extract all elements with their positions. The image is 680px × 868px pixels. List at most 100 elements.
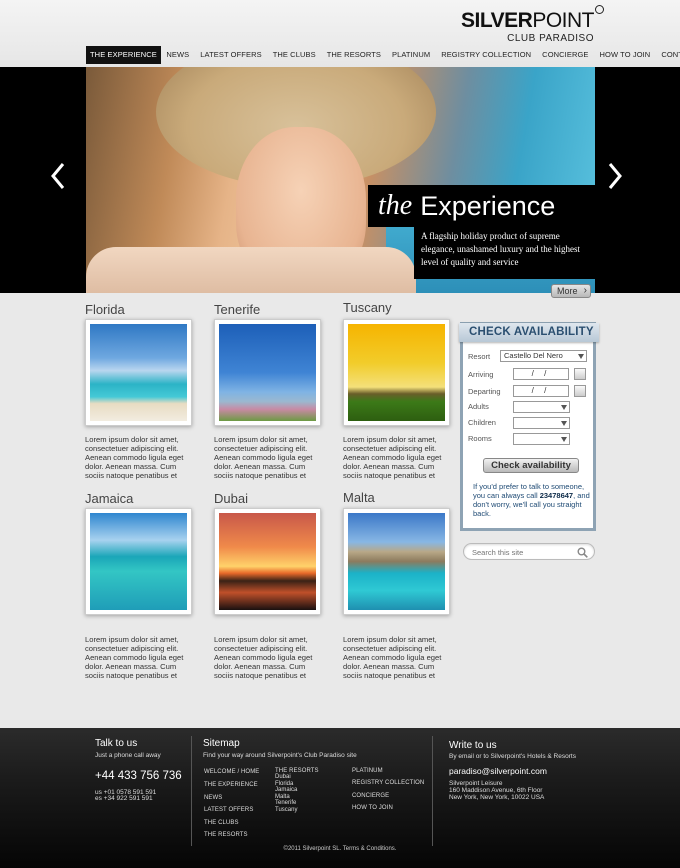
logo-bold: SILVER	[461, 9, 533, 32]
destination-card[interactable]: Malta Lorem ipsum dolor sit amet, consec…	[343, 489, 453, 680]
hero-title-italic: the	[378, 190, 413, 221]
destination-text: Lorem ipsum dolor sit amet, consectetuer…	[214, 435, 313, 480]
children-select[interactable]	[513, 417, 570, 429]
destination-card[interactable]: Jamaica Lorem ipsum dolor sit amet, cons…	[85, 490, 195, 680]
footer-phone-es: es +34 922 591 591	[95, 795, 153, 802]
footer-link-latest-offers[interactable]: LATEST OFFERS	[204, 807, 253, 813]
children-label: Children	[468, 418, 496, 427]
destination-photo	[219, 513, 316, 610]
footer-copyright[interactable]: ©2011 Silverpoint SL. Terms & Conditions…	[0, 846, 680, 852]
nav-the-resorts[interactable]: THE RESORTS	[321, 46, 386, 64]
nav-concierge[interactable]: CONCIERGE	[537, 46, 594, 64]
destination-photo	[90, 324, 187, 421]
destination-photo-frame[interactable]	[85, 319, 192, 426]
slider-next-icon[interactable]	[605, 159, 625, 193]
adults-select[interactable]	[513, 401, 570, 413]
destination-photo	[219, 324, 316, 421]
departing-label: Departing	[468, 387, 501, 396]
logo[interactable]: SILVERPOINT CLUB PARADISO	[461, 5, 604, 44]
footer-link-clubs[interactable]: THE CLUBS	[204, 820, 239, 826]
destination-title[interactable]: Florida	[85, 301, 195, 319]
resort-label: Resort	[468, 352, 491, 361]
nav-latest-offers[interactable]: LATEST OFFERS	[195, 46, 267, 64]
nav-how-to-join[interactable]: HOW TO JOIN	[594, 46, 656, 64]
footer: Talk to us Just a phone call away +44 43…	[0, 728, 680, 868]
slider-prev-icon[interactable]	[48, 159, 68, 193]
destination-text: Lorem ipsum dolor sit amet, consectetuer…	[85, 635, 184, 680]
footer-link-registry[interactable]: REGISTRY COLLECTION	[352, 780, 424, 786]
destination-text: Lorem ipsum dolor sit amet, consectetuer…	[214, 635, 313, 680]
footer-phone[interactable]: +44 433 756 736	[95, 770, 182, 782]
destination-title[interactable]: Dubai	[214, 490, 324, 508]
footer-resort-link[interactable]: Tuscany	[275, 807, 297, 814]
footer-link-concierge[interactable]: CONCIERGE	[352, 793, 389, 799]
nav-contact[interactable]: CONTACT	[656, 46, 680, 64]
destination-photo	[348, 513, 445, 610]
adults-label: Adults	[468, 402, 489, 411]
footer-divider	[191, 736, 192, 846]
destination-card[interactable]: Tuscany Lorem ipsum dolor sit amet, cons…	[343, 299, 453, 480]
destination-title[interactable]: Malta	[343, 489, 453, 507]
destination-text: Lorem ipsum dolor sit amet, consectetuer…	[343, 435, 442, 480]
destination-title[interactable]: Tenerife	[214, 301, 324, 319]
nav-the-experience[interactable]: THE EXPERIENCE	[86, 46, 161, 64]
arriving-label: Arriving	[468, 370, 494, 379]
logo-circle-icon	[595, 5, 604, 14]
footer-link-experience[interactable]: THE EXPERIENCE	[204, 782, 258, 788]
destination-photo-frame[interactable]	[343, 508, 450, 615]
footer-link-news[interactable]: NEWS	[204, 795, 222, 801]
calendar-icon[interactable]	[574, 385, 586, 397]
footer-resorts-list: Dubai Florida Jamaica Malta Tenerife Tus…	[275, 774, 297, 813]
destination-photo-frame[interactable]	[214, 508, 321, 615]
destination-title[interactable]: Tuscany	[343, 299, 453, 317]
hero-slider: the Experience A flagship holiday produc…	[0, 67, 680, 298]
chevron-down-icon	[561, 437, 567, 442]
destination-photo-frame[interactable]	[214, 319, 321, 426]
availability-call-note: If you'd prefer to talk to someone, you …	[473, 482, 590, 518]
footer-resort-link[interactable]: Jamaica	[275, 787, 297, 794]
resort-select[interactable]: Castello Del Nero	[500, 350, 587, 362]
footer-address-line: New York, New York, 10022 USA	[449, 794, 545, 801]
nav-registry-collection[interactable]: REGISTRY COLLECTION	[436, 46, 537, 64]
footer-link-home[interactable]: WELCOME / HOME	[204, 769, 259, 775]
destination-title[interactable]: Jamaica	[85, 490, 195, 508]
hero-description: A flagship holiday product of supreme el…	[414, 227, 595, 279]
footer-email-link[interactable]: paradiso@silverpoint.com	[449, 766, 547, 776]
footer-write-subtitle: By email or to Silverpoint's Hotels & Re…	[449, 753, 576, 760]
header: SILVERPOINT CLUB PARADISO THE EXPERIENCE…	[0, 0, 680, 68]
hero-more-button[interactable]: More ›	[551, 284, 591, 298]
arriving-date-input[interactable]: / /	[513, 368, 569, 380]
destination-text: Lorem ipsum dolor sit amet, consectetuer…	[343, 635, 442, 680]
search-icon[interactable]	[577, 547, 588, 558]
nav-the-clubs[interactable]: THE CLUBS	[267, 46, 321, 64]
destination-text: Lorem ipsum dolor sit amet, consectetuer…	[85, 435, 184, 480]
destination-photo-frame[interactable]	[85, 508, 192, 615]
hero-title: the Experience	[368, 185, 595, 227]
nav-platinum[interactable]: PLATINUM	[387, 46, 436, 64]
departing-date-input[interactable]: / /	[513, 385, 569, 397]
check-availability-button[interactable]: Check availability	[483, 458, 579, 473]
footer-link-how-to-join[interactable]: HOW TO JOIN	[352, 805, 393, 811]
chevron-down-icon	[561, 421, 567, 426]
calendar-icon[interactable]	[574, 368, 586, 380]
search-input[interactable]	[472, 546, 572, 558]
destination-card[interactable]: Florida Lorem ipsum dolor sit amet, cons…	[85, 301, 195, 480]
footer-resort-link[interactable]: Tenerife	[275, 800, 297, 807]
destination-card[interactable]: Dubai Lorem ipsum dolor sit amet, consec…	[214, 490, 324, 680]
footer-divider	[432, 736, 433, 846]
destination-card[interactable]: Tenerife Lorem ipsum dolor sit amet, con…	[214, 301, 324, 480]
chevron-right-icon: ›	[583, 285, 587, 296]
footer-link-resorts[interactable]: THE RESORTS	[204, 832, 248, 838]
chevron-down-icon	[561, 405, 567, 410]
footer-talk-title: Talk to us	[95, 738, 138, 749]
destination-photo-frame[interactable]	[343, 319, 450, 426]
footer-link-platinum[interactable]: PLATINUM	[352, 768, 383, 774]
nav-news[interactable]: NEWS	[161, 46, 195, 64]
availability-title: CHECK AVAILABILITY	[459, 323, 599, 342]
footer-sitemap-title: Sitemap	[203, 738, 240, 749]
destination-photo	[348, 324, 445, 421]
rooms-select[interactable]	[513, 433, 570, 445]
logo-subtitle: CLUB PARADISO	[507, 33, 594, 44]
footer-write-title: Write to us	[449, 740, 497, 751]
hero-more-label: More	[557, 286, 578, 296]
